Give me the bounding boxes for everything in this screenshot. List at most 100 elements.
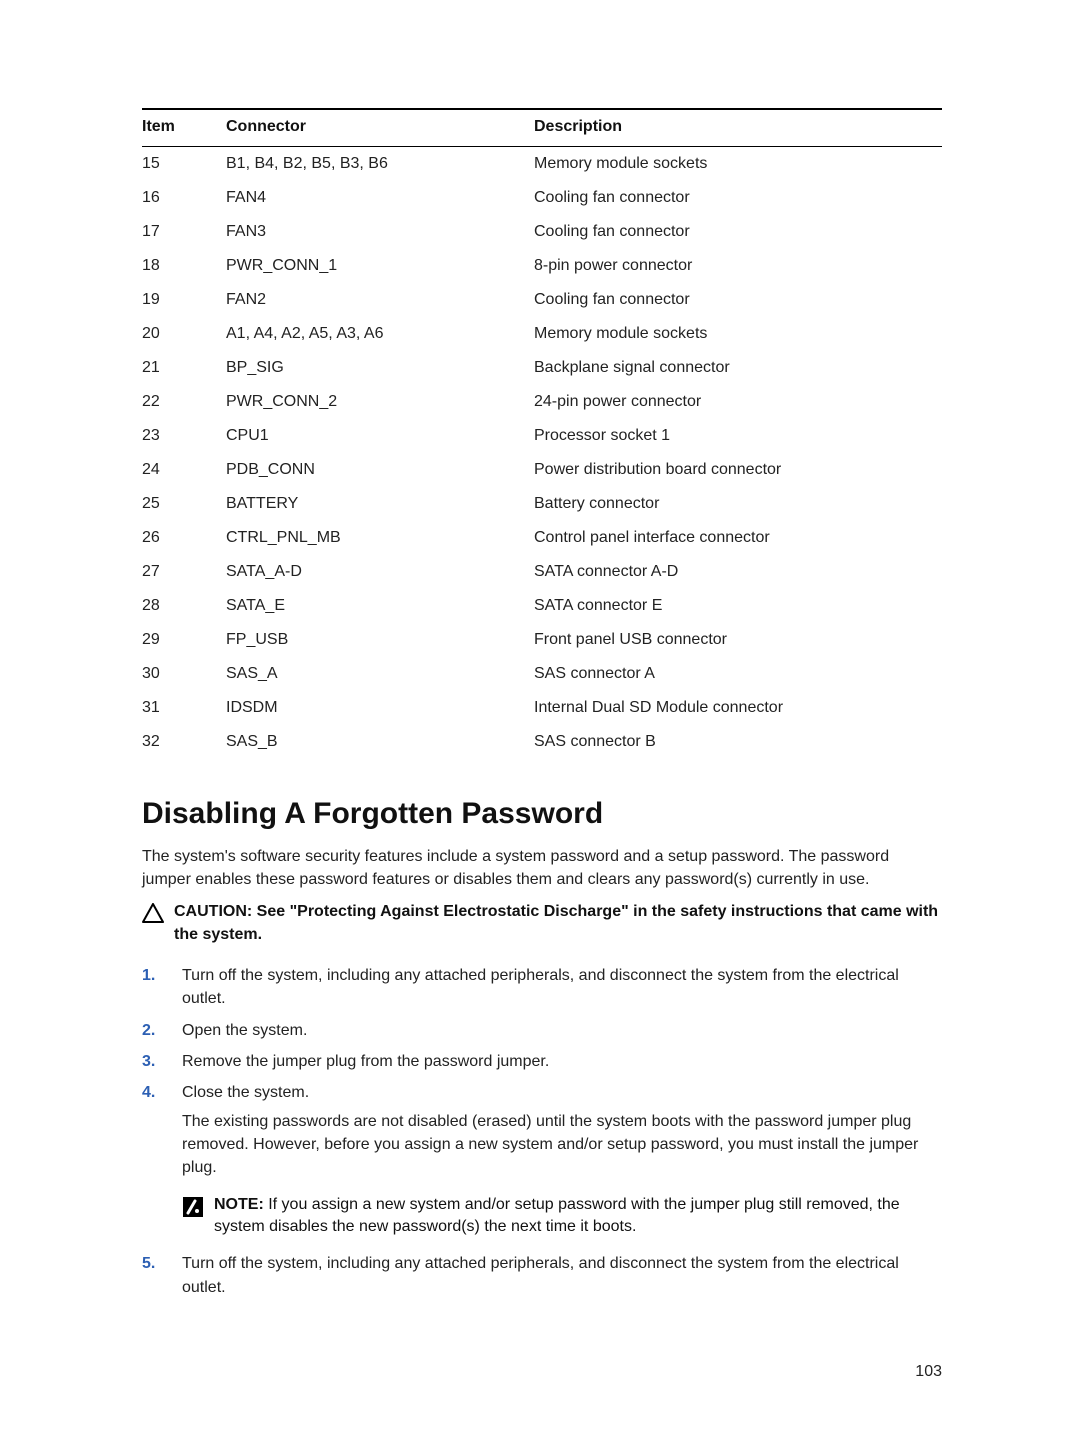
step-text: Turn off the system, including any attac…: [182, 967, 899, 1007]
step-item: 5.Turn off the system, including any att…: [142, 1248, 942, 1302]
table-cell-item: 15: [142, 147, 226, 182]
step-text: Remove the jumper plug from the password…: [182, 1053, 549, 1070]
table-cell-description: Cooling fan connector: [534, 283, 942, 317]
step-item: 1. Turn off the system, including any att…: [142, 960, 942, 1014]
table-cell-connector: FAN3: [226, 215, 534, 249]
table-cell-description: Memory module sockets: [534, 317, 942, 351]
table-cell-description: Power distribution board connector: [534, 453, 942, 487]
table-cell-description: Cooling fan connector: [534, 181, 942, 215]
table-cell-item: 19: [142, 283, 226, 317]
table-row: 26CTRL_PNL_MBControl panel interface con…: [142, 521, 942, 555]
table-cell-item: 28: [142, 589, 226, 623]
table-row: 29FP_USBFront panel USB connector: [142, 623, 942, 657]
table-cell-item: 29: [142, 623, 226, 657]
document-page: Item Connector Description 15B1, B4, B2,…: [0, 0, 1080, 1441]
table-cell-description: Battery connector: [534, 487, 942, 521]
table-cell-item: 32: [142, 725, 226, 759]
table-cell-item: 18: [142, 249, 226, 283]
table-row: 31IDSDMInternal Dual SD Module connector: [142, 691, 942, 725]
section-title: Disabling A Forgotten Password: [142, 797, 942, 831]
table-cell-connector: SATA_E: [226, 589, 534, 623]
table-header-item: Item: [142, 109, 226, 147]
table-cell-description: 24-pin power connector: [534, 385, 942, 419]
note-label: NOTE:: [214, 1196, 268, 1213]
note-text: NOTE: If you assign a new system and/or …: [214, 1194, 942, 1239]
table-cell-item: 16: [142, 181, 226, 215]
connectors-table: Item Connector Description 15B1, B4, B2,…: [142, 108, 942, 759]
step-text: Open the system.: [182, 1022, 307, 1039]
table-cell-item: 21: [142, 351, 226, 385]
table-cell-connector: FAN2: [226, 283, 534, 317]
table-cell-connector: SAS_A: [226, 657, 534, 691]
table-cell-item: 17: [142, 215, 226, 249]
step-item: 2. Open the system.: [142, 1015, 942, 1046]
table-cell-connector: IDSDM: [226, 691, 534, 725]
table-cell-item: 30: [142, 657, 226, 691]
table-cell-connector: SATA_A-D: [226, 555, 534, 589]
step-item: 4. Close the system. The existing password…: [142, 1077, 942, 1249]
note-callout: NOTE: If you assign a new system and/or …: [182, 1194, 942, 1239]
table-row: 22PWR_CONN_224-pin power connector: [142, 385, 942, 419]
step-number: 3.: [142, 1050, 155, 1073]
page-number: 103: [142, 1363, 942, 1381]
table-cell-item: 20: [142, 317, 226, 351]
caution-icon: [142, 903, 164, 923]
table-cell-connector: FAN4: [226, 181, 534, 215]
table-cell-item: 31: [142, 691, 226, 725]
table-row: 32SAS_BSAS connector B: [142, 725, 942, 759]
table-cell-item: 23: [142, 419, 226, 453]
step-text: Close the system.: [182, 1084, 309, 1101]
step-item: 3. Remove the jumper plug from the passwo…: [142, 1046, 942, 1077]
step-number: 1.: [142, 964, 155, 987]
table-cell-connector: B1, B4, B2, B5, B3, B6: [226, 147, 534, 182]
table-cell-connector: PWR_CONN_1: [226, 249, 534, 283]
table-row: 25BATTERYBattery connector: [142, 487, 942, 521]
table-row: 15B1, B4, B2, B5, B3, B6Memory module so…: [142, 147, 942, 182]
table-row: 18PWR_CONN_18-pin power connector: [142, 249, 942, 283]
step-number: 4.: [142, 1081, 155, 1104]
table-cell-description: Front panel USB connector: [534, 623, 942, 657]
table-cell-connector: FP_USB: [226, 623, 534, 657]
table-cell-connector: BATTERY: [226, 487, 534, 521]
table-cell-connector: BP_SIG: [226, 351, 534, 385]
table-cell-item: 26: [142, 521, 226, 555]
table-header-row: Item Connector Description: [142, 109, 942, 147]
table-row: 21BP_SIGBackplane signal connector: [142, 351, 942, 385]
table-row: 27SATA_A-DSATA connector A-D: [142, 555, 942, 589]
step-subtext: The existing passwords are not disabled …: [182, 1110, 942, 1180]
table-cell-connector: CTRL_PNL_MB: [226, 521, 534, 555]
table-cell-item: 25: [142, 487, 226, 521]
table-cell-description: Control panel interface connector: [534, 521, 942, 555]
table-cell-item: 24: [142, 453, 226, 487]
table-row: 16FAN4Cooling fan connector: [142, 181, 942, 215]
caution-body: See "Protecting Against Electrostatic Di…: [174, 903, 938, 942]
table-header-connector: Connector: [226, 109, 534, 147]
table-row: 20A1, A4, A2, A5, A3, A6Memory module so…: [142, 317, 942, 351]
table-cell-description: Memory module sockets: [534, 147, 942, 182]
table-cell-connector: SAS_B: [226, 725, 534, 759]
table-cell-connector: CPU1: [226, 419, 534, 453]
table-cell-description: SAS connector A: [534, 657, 942, 691]
table-cell-description: Internal Dual SD Module connector: [534, 691, 942, 725]
table-cell-connector: A1, A4, A2, A5, A3, A6: [226, 317, 534, 351]
table-header-description: Description: [534, 109, 942, 147]
table-cell-connector: PWR_CONN_2: [226, 385, 534, 419]
table-cell-description: SATA connector A-D: [534, 555, 942, 589]
table-cell-description: Backplane signal connector: [534, 351, 942, 385]
table-row: 24PDB_CONNPower distribution board conne…: [142, 453, 942, 487]
table-cell-item: 22: [142, 385, 226, 419]
step-number: 2.: [142, 1019, 155, 1042]
table-cell-description: Processor socket 1: [534, 419, 942, 453]
table-row: 23CPU1Processor socket 1: [142, 419, 942, 453]
table-row: 28SATA_ESATA connector E: [142, 589, 942, 623]
note-body: If you assign a new system and/or setup …: [214, 1196, 900, 1235]
caution-callout: CAUTION: See "Protecting Against Electro…: [142, 901, 942, 946]
table-cell-description: SATA connector E: [534, 589, 942, 623]
step-text: Turn off the system, including any attac…: [182, 1255, 899, 1295]
table-cell-item: 27: [142, 555, 226, 589]
table-cell-connector: PDB_CONN: [226, 453, 534, 487]
table-row: 17FAN3Cooling fan connector: [142, 215, 942, 249]
table-cell-description: 8-pin power connector: [534, 249, 942, 283]
caution-label: CAUTION:: [174, 903, 257, 920]
table-cell-description: Cooling fan connector: [534, 215, 942, 249]
